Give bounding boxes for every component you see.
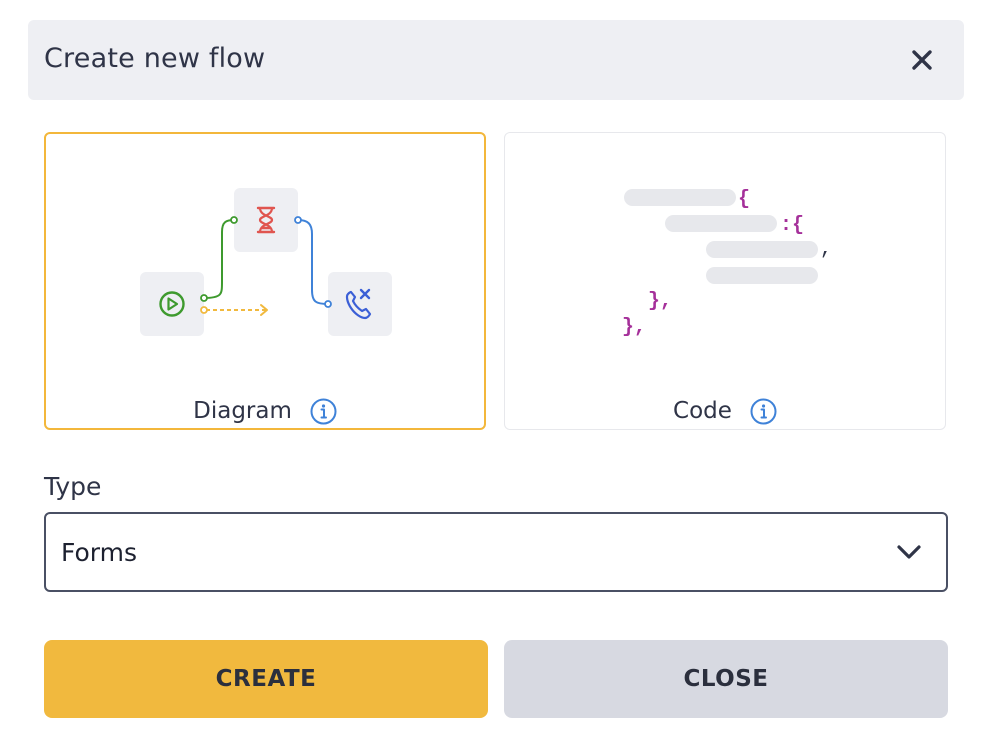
connector-blue [297,219,329,305]
code-placeholder-line [665,215,777,232]
code-placeholder-line [706,241,818,258]
mode-card-code[interactable]: { :{ , }, }, Code [504,132,946,430]
code-comma: , [820,238,832,261]
code-brace: }, [648,290,672,313]
dialog-header: Create new flow [28,20,964,100]
mode-label-code: Code [673,398,732,424]
connector-green [203,219,235,299]
mode-label-row: Code [505,396,945,426]
code-brace: }, [622,316,646,339]
close-icon[interactable] [908,46,936,74]
info-icon[interactable] [310,398,337,425]
info-icon[interactable] [750,398,777,425]
code-brace: { [738,188,750,211]
flow-diagram-illustration [140,188,392,336]
code-json-illustration: { :{ , }, }, [622,188,832,339]
type-select-value: Forms [61,538,138,567]
close-button[interactable]: CLOSE [504,640,948,718]
type-field-label: Type [44,472,102,501]
code-placeholder-line [624,189,736,206]
chevron-down-icon [894,540,924,564]
code-brace: :{ [780,214,804,237]
mode-label-row: Diagram [46,396,484,426]
mode-card-diagram[interactable]: Diagram [44,132,486,430]
timer-node [234,188,298,252]
mode-label-diagram: Diagram [193,398,292,424]
code-placeholder-line [706,267,818,284]
create-button[interactable]: CREATE [44,640,488,718]
start-node [140,272,204,336]
hangup-node [328,272,392,336]
type-select[interactable]: Forms [44,512,948,592]
dialog-title: Create new flow [44,43,266,74]
